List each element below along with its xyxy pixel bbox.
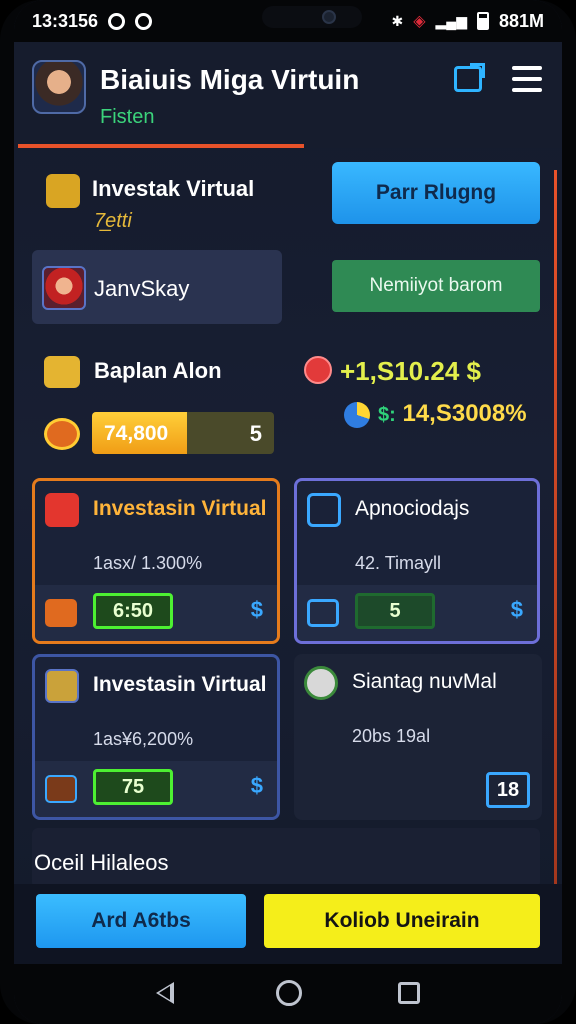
back-icon[interactable]: [156, 982, 174, 1004]
add-button[interactable]: Ard A6tbs: [36, 894, 246, 948]
card-badge[interactable]: 75: [93, 769, 173, 805]
secondary-button[interactable]: Nemiiyot barom: [332, 260, 540, 312]
investment-card-1[interactable]: Investasin Virtual 1asx/ 1.300% 6:50 $: [32, 478, 280, 644]
status-time: 13:3156: [32, 10, 99, 31]
bluetooth-icon: ✱: [391, 12, 404, 29]
user-panel[interactable]: JanvSkay: [32, 250, 282, 324]
battery-label: 881M: [498, 10, 544, 31]
share-icon[interactable]: [454, 63, 485, 92]
investment-subtitle: 7̲etti: [94, 210, 132, 232]
phone-frame: 13:3156 ✱ ◈ ▂▄▆ 881M Biaiuis Miga Virtui…: [0, 0, 576, 1024]
confirm-button[interactable]: Koliob Uneirain: [264, 894, 540, 948]
dollar-icon: $: [250, 773, 263, 798]
card-badge[interactable]: 6:50: [93, 593, 173, 629]
card-footer: 6:50 $: [35, 585, 277, 641]
app-title: Biaiuis Miga Virtuin: [100, 64, 360, 95]
signal-icon: ▂▄▆: [435, 12, 467, 29]
wallet-progress: 74,800 5: [92, 412, 274, 454]
balance-percent: $: 14,S3008%: [378, 400, 527, 428]
user-avatar: [42, 266, 86, 310]
investment-card-2[interactable]: Apnociodajs 42. Timayll 5 $: [294, 478, 540, 644]
card-stat: 20bs 19al: [352, 726, 431, 746]
scroll-accent: [554, 170, 557, 890]
app-subtitle: Fisten: [100, 106, 155, 128]
header-underline: [18, 144, 304, 148]
notification-icon-2: [135, 12, 153, 30]
card-stat: 1asx/ 1.300%: [93, 553, 203, 573]
card-title: Apnociodajs: [355, 497, 470, 520]
card-stat: 42. Timayll: [355, 553, 442, 573]
primary-button[interactable]: Parr Rlugng: [332, 162, 540, 224]
app-header: Biaiuis Miga Virtuin Fisten: [14, 42, 562, 148]
status-bar: 13:3156 ✱ ◈ ▂▄▆ 881M: [14, 0, 562, 42]
card-title: Investasin Virtual: [93, 497, 267, 520]
menu-icon[interactable]: [512, 66, 542, 92]
coin-icon: [45, 669, 79, 703]
investment-card-4[interactable]: Siantag nuvMal 20bs 19al 18: [294, 654, 542, 820]
pie-chart-icon: [344, 402, 370, 428]
card-title: Investasin Virtual: [93, 673, 267, 696]
camera-icon: [322, 10, 336, 24]
card-stat: 1as¥6,200%: [93, 729, 194, 749]
wallet-progress-count: 5: [249, 421, 262, 446]
home-icon[interactable]: [276, 980, 302, 1006]
recent-apps-icon[interactable]: [398, 982, 420, 1004]
balance-percent-label: $:: [378, 404, 396, 426]
notification-icon: [108, 12, 126, 30]
wallet-title: Baplan Alon: [94, 358, 222, 383]
chart-icon: [45, 493, 79, 527]
investment-title: Investak Virtual: [92, 176, 255, 201]
heart-icon: [304, 356, 332, 384]
dollar-icon: $: [510, 597, 523, 622]
balance-amount: +1,S10.24 $: [340, 356, 481, 386]
screen: 13:3156 ✱ ◈ ▂▄▆ 881M Biaiuis Miga Virtui…: [14, 0, 562, 1024]
others-section: Oceil Hilaleos: [32, 828, 540, 888]
card-badge[interactable]: 18: [486, 772, 530, 808]
card-footer: 75 $: [35, 761, 277, 817]
token-icon: [44, 418, 80, 450]
user-name: JanvSkay: [94, 276, 190, 301]
investment-card-3[interactable]: Investasin Virtual 1as¥6,200% 75 $: [32, 654, 280, 820]
trophy-icon: [46, 174, 80, 208]
card-footer: 5 $: [297, 585, 537, 641]
bottom-action-bar: Ard A6tbs Koliob Uneirain: [14, 884, 562, 964]
house-icon: [307, 493, 341, 527]
card-badge[interactable]: 5: [355, 593, 435, 629]
system-nav-bar: [14, 964, 562, 1024]
balance-percent-value: 14,S3008%: [402, 400, 527, 427]
wallet-progress-value: 74,800: [104, 422, 169, 445]
star-icon: [307, 599, 339, 627]
others-title: Oceil Hilaleos: [34, 850, 169, 875]
chest-icon: [45, 775, 77, 803]
dollar-icon: $: [250, 597, 263, 622]
profile-avatar[interactable]: [32, 60, 86, 114]
battery-icon: [476, 12, 489, 30]
notch: [262, 6, 362, 28]
wallet-icon: [44, 356, 80, 388]
avatar-icon: [304, 666, 338, 700]
card-title: Siantag nuvMal: [352, 670, 497, 693]
wifi-icon: ◈: [413, 13, 426, 30]
popcorn-icon: [45, 599, 77, 627]
